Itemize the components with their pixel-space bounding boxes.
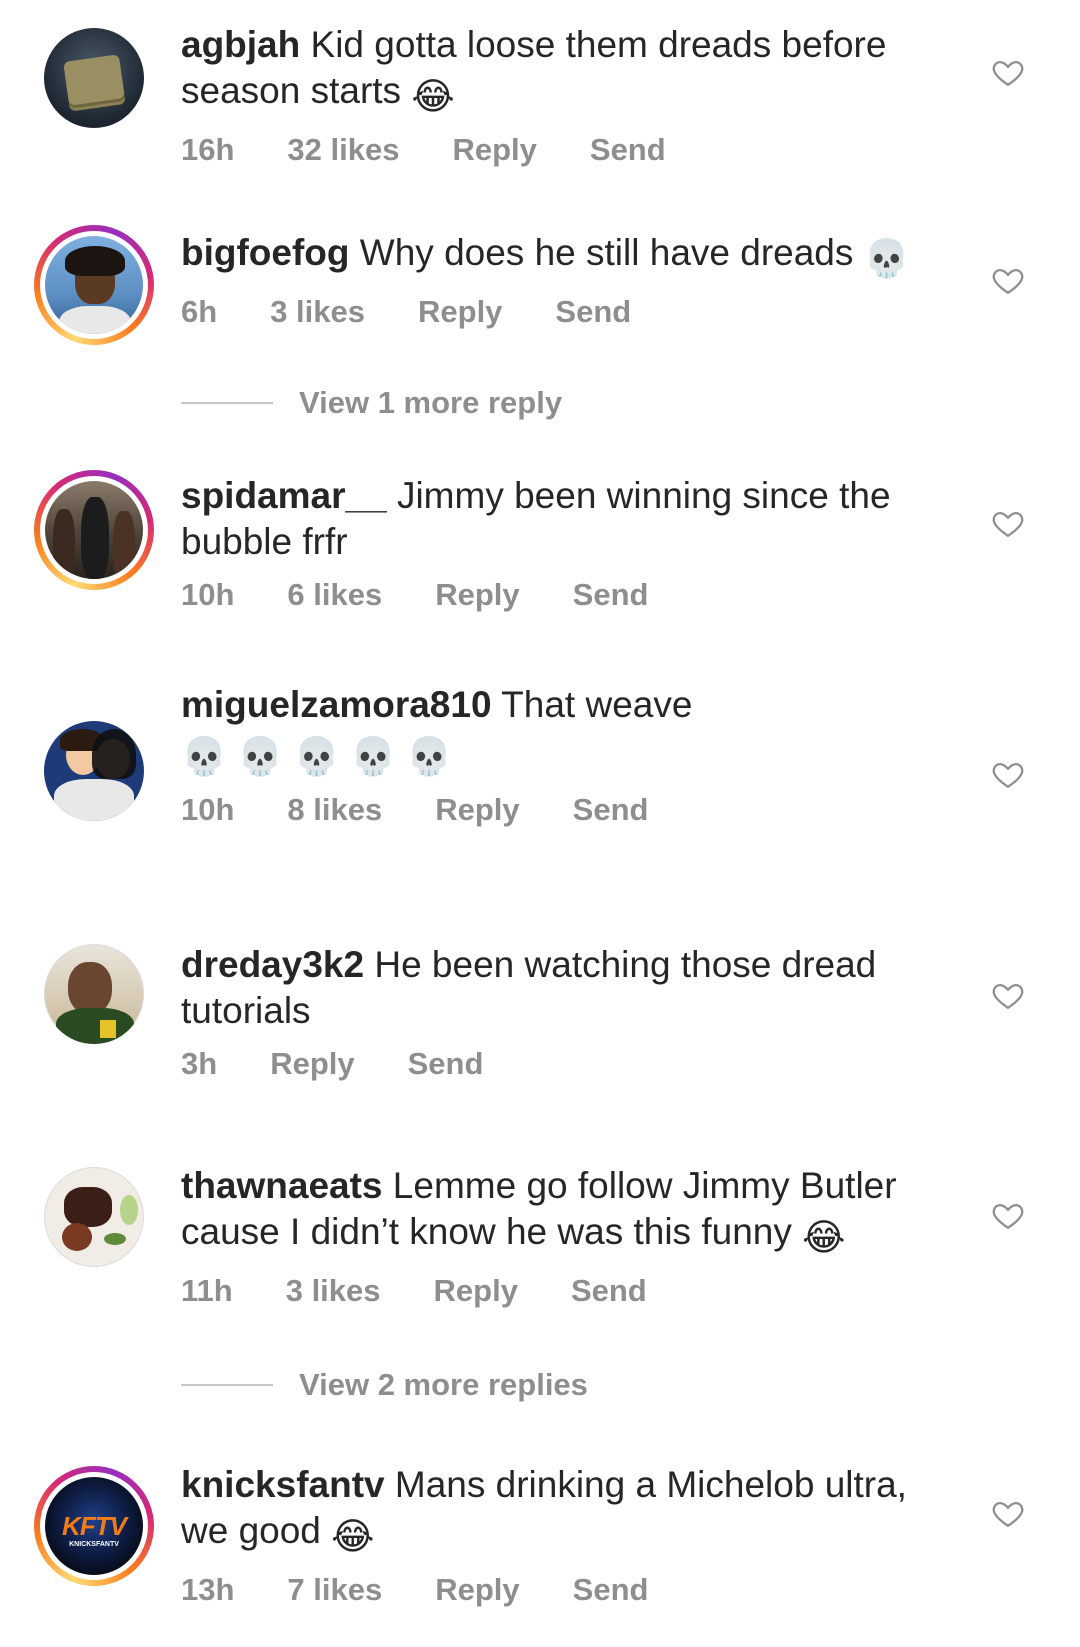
reply-button[interactable]: Reply xyxy=(434,1273,518,1309)
comment-text: bigfoefog Why does he still have dreads … xyxy=(181,230,941,282)
avatar[interactable]: KFTV KNICKSFANTV xyxy=(34,1466,154,1586)
comment-username[interactable]: agbjah xyxy=(181,24,300,65)
send-button[interactable]: Send xyxy=(408,1046,484,1082)
reply-button[interactable]: Reply xyxy=(435,792,519,828)
comment-time: 6h xyxy=(181,294,218,329)
comment-time: 16h xyxy=(181,132,235,167)
comment-username[interactable]: knicksfantv xyxy=(181,1464,385,1505)
comment-body: Why does he still have dreads xyxy=(359,232,854,273)
heart-outline-icon[interactable] xyxy=(990,506,1026,540)
view-more-replies-label[interactable]: View 1 more reply xyxy=(299,385,562,421)
comment-text: dreday3k2 He been watching those dread t… xyxy=(181,942,941,1034)
send-button[interactable]: Send xyxy=(555,294,631,330)
send-button[interactable]: Send xyxy=(573,577,649,613)
comment-likes[interactable]: 3 likes xyxy=(270,294,365,330)
heart-outline-icon[interactable] xyxy=(990,1496,1026,1530)
heart-outline-icon[interactable] xyxy=(990,1198,1026,1232)
comment-time: 10h xyxy=(181,792,235,827)
comment-text: thawnaeats Lemme go follow Jimmy Butler … xyxy=(181,1163,941,1261)
comment-text: knicksfantv Mans drinking a Michelob ult… xyxy=(181,1462,941,1560)
avatar[interactable] xyxy=(34,470,154,590)
view-more-replies-label[interactable]: View 2 more replies xyxy=(299,1367,588,1403)
avatar[interactable] xyxy=(44,721,144,821)
heart-outline-icon[interactable] xyxy=(990,263,1026,297)
comment-username[interactable]: spidamar__ xyxy=(181,475,387,516)
comment-text: miguelzamora810 That weave 💀 💀 💀 💀 💀 xyxy=(181,682,941,780)
comment-body: That weave xyxy=(501,684,693,725)
avatar[interactable] xyxy=(44,28,144,128)
reply-button[interactable]: Reply xyxy=(270,1046,354,1082)
heart-outline-icon[interactable] xyxy=(990,757,1026,791)
divider xyxy=(181,1384,273,1386)
view-more-replies[interactable]: View 1 more reply xyxy=(181,383,562,423)
kftv-logo-text: KFTV xyxy=(62,1511,127,1541)
kftv-logo: KFTV KNICKSFANTV xyxy=(45,1477,143,1575)
laughing-emoji-icon: 😂 xyxy=(331,1516,375,1557)
comment-likes[interactable]: 7 likes xyxy=(287,1572,382,1608)
divider xyxy=(181,402,273,404)
comment-likes[interactable]: 8 likes xyxy=(287,792,382,828)
skull-emoji-icon: 💀 💀 💀 💀 💀 xyxy=(181,736,453,777)
view-more-replies[interactable]: View 2 more replies xyxy=(181,1365,588,1405)
comment-time: 3h xyxy=(181,1046,218,1081)
send-button[interactable]: Send xyxy=(573,792,649,828)
heart-outline-icon[interactable] xyxy=(990,55,1026,89)
laughing-emoji-icon: 😂 xyxy=(802,1217,846,1258)
kftv-logo-subtext: KNICKSFANTV xyxy=(69,1541,119,1548)
reply-button[interactable]: Reply xyxy=(435,1572,519,1608)
reply-button[interactable]: Reply xyxy=(452,132,536,168)
heart-outline-icon[interactable] xyxy=(990,978,1026,1012)
avatar[interactable] xyxy=(34,225,154,345)
comment-time: 13h xyxy=(181,1572,235,1607)
skull-emoji-icon: 💀 xyxy=(863,238,910,279)
send-button[interactable]: Send xyxy=(571,1273,647,1309)
comment-text: agbjah Kid gotta loose them dreads befor… xyxy=(181,22,941,120)
comment-time: 11h xyxy=(181,1273,233,1308)
comment-username[interactable]: bigfoefog xyxy=(181,232,350,273)
comment-likes[interactable]: 6 likes xyxy=(287,577,382,613)
avatar[interactable] xyxy=(44,944,144,1044)
comment-text: spidamar__ Jimmy been winning since the … xyxy=(181,473,941,565)
comment-likes[interactable]: 3 likes xyxy=(286,1273,381,1309)
reply-button[interactable]: Reply xyxy=(418,294,502,330)
avatar[interactable] xyxy=(44,1167,144,1267)
comment-likes[interactable]: 32 likes xyxy=(287,132,399,168)
comment-time: 10h xyxy=(181,577,235,612)
comment-username[interactable]: dreday3k2 xyxy=(181,944,364,985)
laughing-emoji-icon: 😂 xyxy=(411,76,455,117)
send-button[interactable]: Send xyxy=(590,132,666,168)
comment-username[interactable]: miguelzamora810 xyxy=(181,684,492,725)
reply-button[interactable]: Reply xyxy=(435,577,519,613)
comment-username[interactable]: thawnaeats xyxy=(181,1165,383,1206)
send-button[interactable]: Send xyxy=(573,1572,649,1608)
